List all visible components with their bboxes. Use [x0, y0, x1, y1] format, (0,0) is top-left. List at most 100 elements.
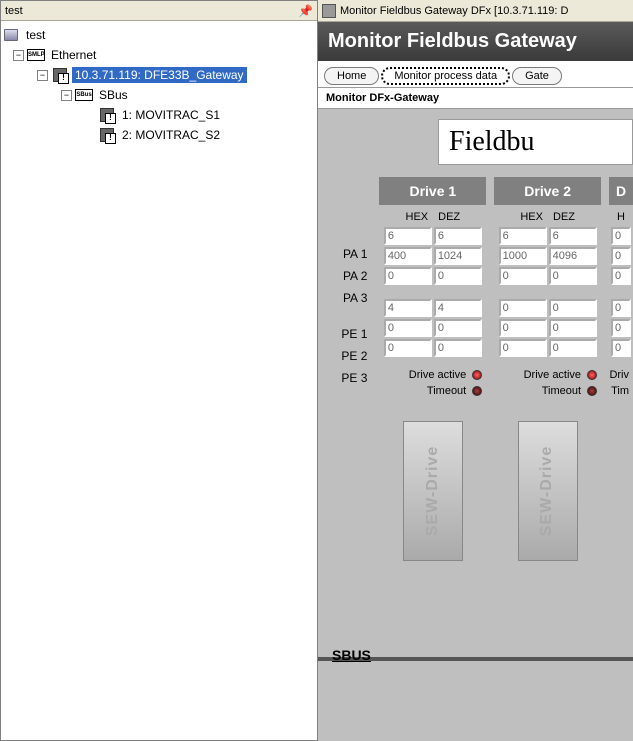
label-pe2: PE 2 — [318, 345, 371, 367]
label-pa3: PA 3 — [318, 287, 371, 309]
dez-label: DEZ — [553, 211, 575, 223]
hex-label: HEX — [406, 211, 429, 223]
page-banner: Monitor Fieldbus Gateway — [318, 22, 633, 61]
tree-sbus[interactable]: − SBus SBus — [3, 85, 315, 105]
d1-pa2-dez[interactable] — [434, 247, 482, 265]
window-title: Monitor Fieldbus Gateway DFx [10.3.71.11… — [340, 5, 568, 17]
tree-header: test 📌 — [1, 1, 317, 21]
tree-gateway-label: 10.3.71.119: DFE33B_Gateway — [72, 67, 247, 83]
d1-pe2-hex[interactable] — [384, 319, 432, 337]
d1-pe3-dez[interactable] — [434, 339, 482, 357]
led-active-icon — [587, 370, 597, 380]
d3-timeout-label: Tim — [611, 385, 629, 397]
d2-pe1-dez[interactable] — [549, 299, 597, 317]
tab-gate[interactable]: Gate — [512, 67, 562, 85]
tree-sbus-label: SBus — [96, 87, 131, 103]
tree-eth-label: Ethernet — [48, 47, 99, 63]
d2-pe3-dez[interactable] — [549, 339, 597, 357]
window-titlebar: Monitor Fieldbus Gateway DFx [10.3.71.11… — [318, 0, 633, 22]
sbus-icon: SBus — [76, 87, 92, 103]
d1-pa3-hex[interactable] — [384, 267, 432, 285]
label-pe1: PE 1 — [318, 323, 371, 345]
d2-pa3-hex[interactable] — [499, 267, 547, 285]
d1-pa1-hex[interactable] — [384, 227, 432, 245]
label-pa2: PA 2 — [318, 265, 371, 287]
device-icon — [52, 67, 68, 83]
d1-pe1-dez[interactable] — [434, 299, 482, 317]
drive-2: Drive 2 HEX DEZ Drive active Timeout SEW… — [494, 177, 601, 571]
d2-pa2-dez[interactable] — [549, 247, 597, 265]
d2-pa3-dez[interactable] — [549, 267, 597, 285]
tree-title: test — [5, 5, 23, 17]
d2-timeout-label: Timeout — [542, 385, 581, 397]
label-pe3: PE 3 — [318, 367, 371, 389]
col-header: HEX DEZ — [379, 205, 486, 227]
tree-gateway[interactable]: − 10.3.71.119: DFE33B_Gateway — [3, 65, 315, 85]
tab-bar: Home Monitor process data Gate — [318, 61, 633, 87]
d2-pe2-dez[interactable] — [549, 319, 597, 337]
drive-1-header: Drive 1 — [379, 177, 486, 205]
hex-label: HEX — [520, 211, 543, 223]
drive-3: D H Driv Tim — [609, 177, 633, 571]
col-header: HEX DEZ — [494, 205, 601, 227]
d2-pa1-hex[interactable] — [499, 227, 547, 245]
expander-icon[interactable]: − — [37, 70, 48, 81]
sew-logo: SEW-Drive — [539, 446, 557, 536]
d2-pa1-dez[interactable] — [549, 227, 597, 245]
app-icon — [322, 4, 336, 18]
expander-icon[interactable]: − — [13, 50, 24, 61]
tree-dev2-label: 2: MOVITRAC_S2 — [119, 127, 223, 143]
monitor-panel: Monitor Fieldbus Gateway DFx [10.3.71.11… — [318, 0, 633, 741]
tree-device-1[interactable]: 1: MOVITRAC_S1 — [3, 105, 315, 125]
d1-pa3-dez[interactable] — [434, 267, 482, 285]
drive-2-header: Drive 2 — [494, 177, 601, 205]
drives-container: PA 1 PA 2 PA 3 PE 1 PE 2 PE 3 Drive 1 HE… — [318, 177, 633, 571]
d1-active-label: Drive active — [409, 369, 466, 381]
led-active-icon — [472, 370, 482, 380]
led-timeout-icon — [472, 386, 482, 396]
pc-icon — [3, 27, 19, 43]
label-pa1: PA 1 — [318, 243, 371, 265]
d1-pa1-dez[interactable] — [434, 227, 482, 245]
d1-pe2-dez[interactable] — [434, 319, 482, 337]
sbus-label: SBUS — [332, 647, 371, 663]
device-tree: test − SMLP Ethernet − 10.3.71.119: DFE3… — [1, 21, 317, 149]
col-header: H — [609, 205, 633, 227]
smlp-icon: SMLP — [28, 47, 44, 63]
tab-monitor[interactable]: Monitor process data — [381, 67, 510, 85]
content-area: Fieldbu PA 1 PA 2 PA 3 PE 1 PE 2 PE 3 Dr… — [318, 109, 633, 741]
drive-1: Drive 1 HEX DEZ Drive active Timeout SEW… — [379, 177, 486, 571]
d2-pe1-hex[interactable] — [499, 299, 547, 317]
d1-timeout-label: Timeout — [427, 385, 466, 397]
d3-pe1-hex[interactable] — [611, 299, 631, 317]
expander-icon[interactable]: − — [61, 90, 72, 101]
sew-logo: SEW-Drive — [424, 446, 442, 536]
fieldbus-title: Fieldbu — [438, 119, 633, 165]
row-labels: PA 1 PA 2 PA 3 PE 1 PE 2 PE 3 — [318, 177, 371, 571]
d1-pe3-hex[interactable] — [384, 339, 432, 357]
pin-icon[interactable]: 📌 — [298, 4, 313, 18]
hex-label: H — [617, 211, 625, 223]
d3-pa2-hex[interactable] — [611, 247, 631, 265]
d3-pe3-hex[interactable] — [611, 339, 631, 357]
tree-device-2[interactable]: 2: MOVITRAC_S2 — [3, 125, 315, 145]
d3-pa1-hex[interactable] — [611, 227, 631, 245]
d3-active-label: Driv — [609, 369, 629, 381]
tree-dev1-label: 1: MOVITRAC_S1 — [119, 107, 223, 123]
d3-pa3-hex[interactable] — [611, 267, 631, 285]
d2-pa2-hex[interactable] — [499, 247, 547, 265]
drive-image: SEW-Drive — [379, 411, 486, 571]
d3-pe2-hex[interactable] — [611, 319, 631, 337]
d1-pa2-hex[interactable] — [384, 247, 432, 265]
tree-root[interactable]: test — [3, 25, 315, 45]
tab-home[interactable]: Home — [324, 67, 379, 85]
d1-pe1-hex[interactable] — [384, 299, 432, 317]
device-icon — [99, 107, 115, 123]
device-icon — [99, 127, 115, 143]
d2-pe3-hex[interactable] — [499, 339, 547, 357]
dez-label: DEZ — [438, 211, 460, 223]
tree-ethernet[interactable]: − SMLP Ethernet — [3, 45, 315, 65]
tree-root-label: test — [23, 27, 48, 43]
drive-image: SEW-Drive — [494, 411, 601, 571]
d2-pe2-hex[interactable] — [499, 319, 547, 337]
